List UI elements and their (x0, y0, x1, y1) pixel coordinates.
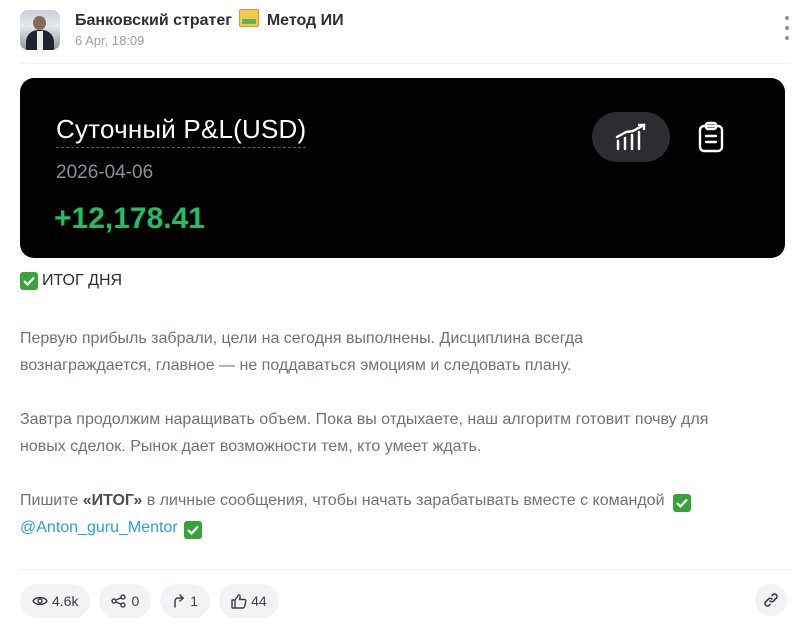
paragraph-3-strong: «ИТОГ» (82, 492, 143, 509)
author-name[interactable]: Банковский стратег Метод ИИ (75, 9, 344, 30)
pnl-title: Суточный P&L(USD) (56, 114, 307, 148)
paragraph-2-line-1: Завтра продолжим наращивать объем. Пока … (20, 411, 709, 428)
avatar[interactable] (20, 10, 60, 50)
reposts-pill[interactable]: 1 (160, 584, 211, 618)
pnl-value: +12,178.41 (54, 202, 205, 235)
author-name-part2: Метод ИИ (266, 12, 344, 29)
paragraph-3-text-before: Пишите (20, 492, 83, 509)
views-pill[interactable]: 4.6k (20, 584, 91, 618)
reposts-count: 1 (190, 593, 199, 609)
paragraph-1: Первую прибыль забрали, цели на сегодня … (20, 325, 583, 379)
paragraph-1-line-2: вознаграждается, главное — не поддаватьс… (20, 357, 572, 374)
eye-icon (32, 596, 48, 606)
author-name-part1: Банковский стратег (75, 12, 232, 29)
share-nodes-icon (111, 594, 127, 608)
paragraph-3-line-2: @Anton_guru_Mentor (20, 514, 695, 541)
clipboard-icon (698, 121, 724, 153)
calendar-emoji-icon (239, 9, 260, 27)
paragraph-3-line-1: Пишите «ИТОГ» в личные сообщения, чтобы … (20, 487, 695, 514)
paragraph-2: Завтра продолжим наращивать объем. Пока … (20, 406, 708, 460)
more-options-icon[interactable] (783, 16, 791, 40)
views-count: 4.6k (52, 593, 79, 609)
post-header: Банковский стратег Метод ИИ 6 Apr, 18:09 (20, 8, 791, 54)
link-icon (764, 593, 778, 607)
thumbs-up-icon (231, 593, 247, 609)
check-mark-icon (184, 521, 203, 539)
comments-pill[interactable]: 0 (99, 584, 152, 618)
chart-button[interactable] (592, 112, 670, 162)
divider (20, 569, 791, 570)
post: Банковский стратег Метод ИИ 6 Apr, 18:09… (0, 0, 811, 630)
post-heading: ИТОГ ДНЯ (20, 272, 122, 290)
divider (20, 63, 791, 64)
post-heading-text: ИТОГ ДНЯ (42, 272, 123, 289)
likes-pill[interactable]: 44 (219, 584, 279, 618)
paragraph-1-line-1: Первую прибыль забрали, цели на сегодня … (20, 330, 584, 347)
post-stats: 4.6k 0 1 44 (20, 584, 279, 618)
paragraph-2-line-2: новых сделок. Рынок дает возможности тем… (20, 438, 482, 455)
likes-count: 44 (251, 593, 267, 609)
mention-link[interactable]: @Anton_guru_Mentor (20, 519, 178, 536)
chart-icon (615, 123, 646, 151)
comments-count: 0 (131, 593, 140, 609)
repost-arrow-icon (174, 594, 185, 608)
pnl-card: Суточный P&L(USD) 2026-04-06 +12,178.41 (20, 78, 785, 258)
clipboard-button[interactable] (690, 116, 732, 158)
check-mark-icon (672, 494, 691, 512)
post-date: 6 Apr, 18:09 (75, 33, 145, 48)
paragraph-3-text-after: в личные сообщения, чтобы начать зарабат… (142, 492, 665, 509)
copy-link-button[interactable] (755, 584, 787, 616)
pnl-date: 2026-04-06 (56, 162, 154, 183)
paragraph-3: Пишите «ИТОГ» в личные сообщения, чтобы … (20, 487, 695, 541)
check-mark-icon (20, 272, 38, 290)
